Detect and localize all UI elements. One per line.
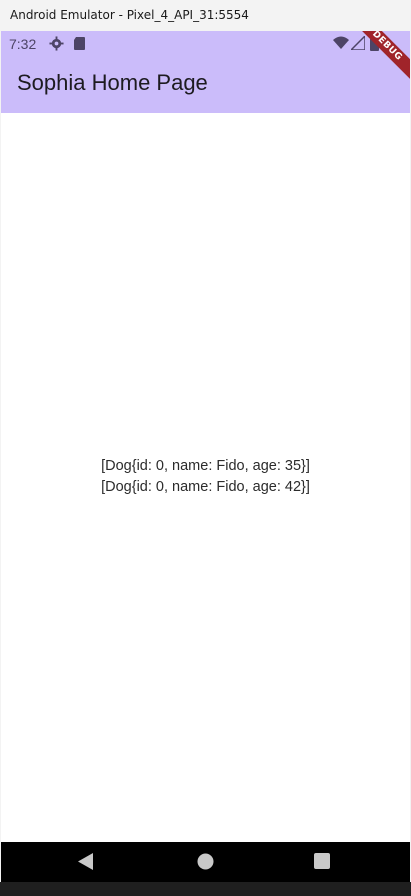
dog-list: [Dog{id: 0, name: Fido, age: 35}] [Dog{i…: [1, 456, 410, 498]
recents-icon[interactable]: [314, 853, 330, 874]
signal-icon: [349, 34, 367, 52]
emulator-window: Android Emulator - Pixel_4_API_31:5554 7…: [0, 0, 411, 896]
sd-card-icon: [73, 36, 89, 52]
gear-icon: [49, 36, 65, 52]
window-bottom-edge: [0, 882, 411, 896]
status-time: 7:32: [9, 36, 37, 52]
status-bar: 7:32: [1, 31, 410, 57]
dog-record-text: [Dog{id: 0, name: Fido, age: 35}]: [101, 458, 310, 474]
page-body: [Dog{id: 0, name: Fido, age: 35}] [Dog{i…: [1, 113, 410, 842]
app-title: Sophia Home Page: [17, 70, 208, 95]
window-title: Android Emulator - Pixel_4_API_31:5554: [0, 0, 411, 31]
navigation-bar: [1, 842, 410, 882]
device-screen: 7:32 Sophia Home Page DEBUG [Dog{id: 0, …: [1, 31, 410, 882]
app-bar: Sophia Home Page: [1, 57, 410, 113]
back-icon[interactable]: [78, 853, 94, 875]
home-icon[interactable]: [197, 853, 214, 875]
wifi-icon: [333, 36, 349, 52]
dog-record-text: [Dog{id: 0, name: Fido, age: 42}]: [101, 479, 310, 495]
